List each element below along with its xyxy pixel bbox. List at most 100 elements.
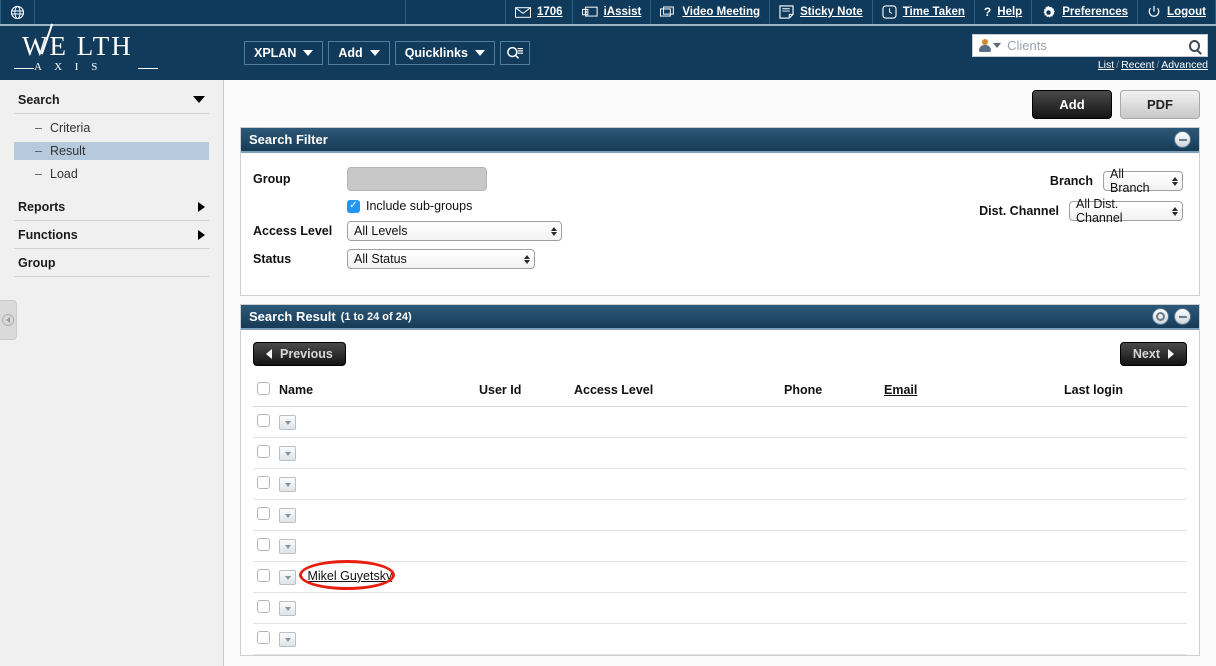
stepper-icon [1164,176,1178,186]
sidebar-section-functions[interactable]: Functions [14,221,209,249]
branch-select[interactable]: All Branch [1103,167,1183,195]
utility-bar: 1706 iAssist Video Meeting Sticky Note T… [0,0,1216,26]
search-result-count: (1 to 24 of 24) [340,310,412,323]
add-button[interactable]: Add [1032,90,1112,119]
dist-channel-select[interactable]: All Dist. Channel [1069,197,1183,225]
row-menu-button[interactable] [279,508,296,524]
mail-button[interactable]: 1706 [506,0,573,24]
row-phone-cell [784,561,884,593]
row-checkbox[interactable] [257,631,270,644]
table-row[interactable] [253,530,1187,562]
search-link-advanced[interactable]: Advanced [1161,59,1208,71]
search-link-recent[interactable]: Recent [1121,59,1154,71]
chevron-down-icon[interactable] [993,43,1002,48]
status-select[interactable]: All Status [347,249,535,269]
table-row[interactable] [253,623,1187,655]
sidebar-item-criteria[interactable]: – Criteria [14,119,209,137]
sidebar-section-reports-label: Reports [18,199,66,214]
row-access-level-cell [574,561,784,593]
next-button[interactable]: Next [1119,342,1187,366]
sidebar-collapse-handle[interactable] [0,300,17,340]
dist-channel-value: All Dist. Channel [1076,197,1123,225]
group-input[interactable] [347,167,487,191]
column-header-email-link[interactable]: Email [884,383,917,397]
stepper-icon [1164,206,1178,216]
row-checkbox[interactable] [257,476,270,489]
power-icon [1148,5,1160,17]
sticky-note-link[interactable]: Sticky Note [800,6,863,18]
row-email-cell [884,468,1064,500]
table-row[interactable] [253,592,1187,624]
logo[interactable]: WE LTH A X I S [14,23,172,73]
sidebar-section-search[interactable]: Search [14,86,209,114]
nav-add-button[interactable]: Add [328,41,390,65]
iassist-button[interactable]: iAssist [573,0,652,24]
row-access-level-cell [574,406,784,438]
mail-count-link[interactable]: 1706 [537,6,563,18]
row-checkbox[interactable] [257,445,270,458]
column-header-email[interactable]: Email [884,378,1064,407]
preferences-link[interactable]: Preferences [1062,6,1128,18]
table-row-highlighted[interactable]: Mikel Guyetsky [253,559,1187,593]
row-checkbox[interactable] [257,538,270,551]
global-search-box[interactable] [972,34,1208,57]
row-checkbox[interactable] [257,569,270,582]
access-level-select[interactable]: All Levels [347,221,562,241]
search-icon[interactable] [1189,39,1200,52]
time-taken-button[interactable]: Time Taken [873,0,975,24]
logout-button[interactable]: Logout [1138,0,1216,24]
table-row[interactable] [253,499,1187,531]
help-link[interactable]: Help [997,6,1022,18]
column-header-last-login[interactable]: Last login [1064,378,1187,407]
nav-quicklinks-button[interactable]: Quicklinks [394,41,495,65]
row-user-id-cell [479,437,574,469]
row-checkbox[interactable] [257,600,270,613]
dist-channel-row: Dist. Channel All Dist. Channel [979,197,1183,225]
row-menu-button[interactable] [279,632,296,648]
row-menu-button[interactable] [279,601,296,617]
include-subgroups-checkbox[interactable]: ✓ [347,199,360,213]
sidebar-section-reports[interactable]: Reports [14,193,209,221]
iassist-link[interactable]: iAssist [604,6,642,18]
video-meeting-button[interactable]: Video Meeting [651,0,771,24]
column-header-access-level[interactable]: Access Level [574,378,784,407]
search-link-list[interactable]: List [1098,59,1114,71]
sticky-note-button[interactable]: Sticky Note [770,0,873,24]
preferences-button[interactable]: Preferences [1032,0,1139,24]
chevron-down-icon [284,451,291,456]
help-button[interactable]: ? Help [975,0,1033,24]
row-menu-button[interactable] [279,446,296,462]
pdf-button[interactable]: PDF [1120,90,1200,119]
logout-link[interactable]: Logout [1167,6,1206,18]
row-menu-button[interactable] [279,477,296,493]
row-menu-button[interactable] [279,570,296,586]
search-input[interactable] [1005,37,1186,54]
chevron-left-icon [266,349,272,359]
nav-search-button[interactable] [499,41,530,65]
column-header-name[interactable]: Name [279,378,479,407]
column-header-user-id[interactable]: User Id [479,378,574,407]
nav-xplan-button[interactable]: XPLAN [244,41,324,65]
search-filter-collapse-button[interactable] [1174,131,1191,148]
table-row[interactable] [253,406,1187,438]
select-all-checkbox[interactable] [257,382,270,395]
branch-row: Branch All Branch [979,167,1183,195]
column-header-phone[interactable]: Phone [784,378,884,407]
table-row[interactable] [253,437,1187,469]
search-result-collapse-button[interactable] [1174,308,1191,325]
video-meeting-link[interactable]: Video Meeting [682,6,760,18]
row-menu-button[interactable] [279,415,296,431]
row-checkbox[interactable] [257,414,270,427]
sidebar-item-result[interactable]: – Result [14,142,209,160]
previous-button[interactable]: Previous [253,342,346,366]
row-checkbox[interactable] [257,507,270,520]
table-row[interactable] [253,468,1187,500]
globe-button[interactable] [0,0,35,24]
time-taken-link[interactable]: Time Taken [903,6,965,18]
search-result-settings-button[interactable] [1152,308,1169,325]
row-last-login-cell [1064,623,1187,655]
sidebar-item-load[interactable]: – Load [14,165,209,183]
sidebar-section-group[interactable]: Group [14,249,209,277]
status-value: All Status [354,252,407,266]
row-menu-button[interactable] [279,539,296,555]
